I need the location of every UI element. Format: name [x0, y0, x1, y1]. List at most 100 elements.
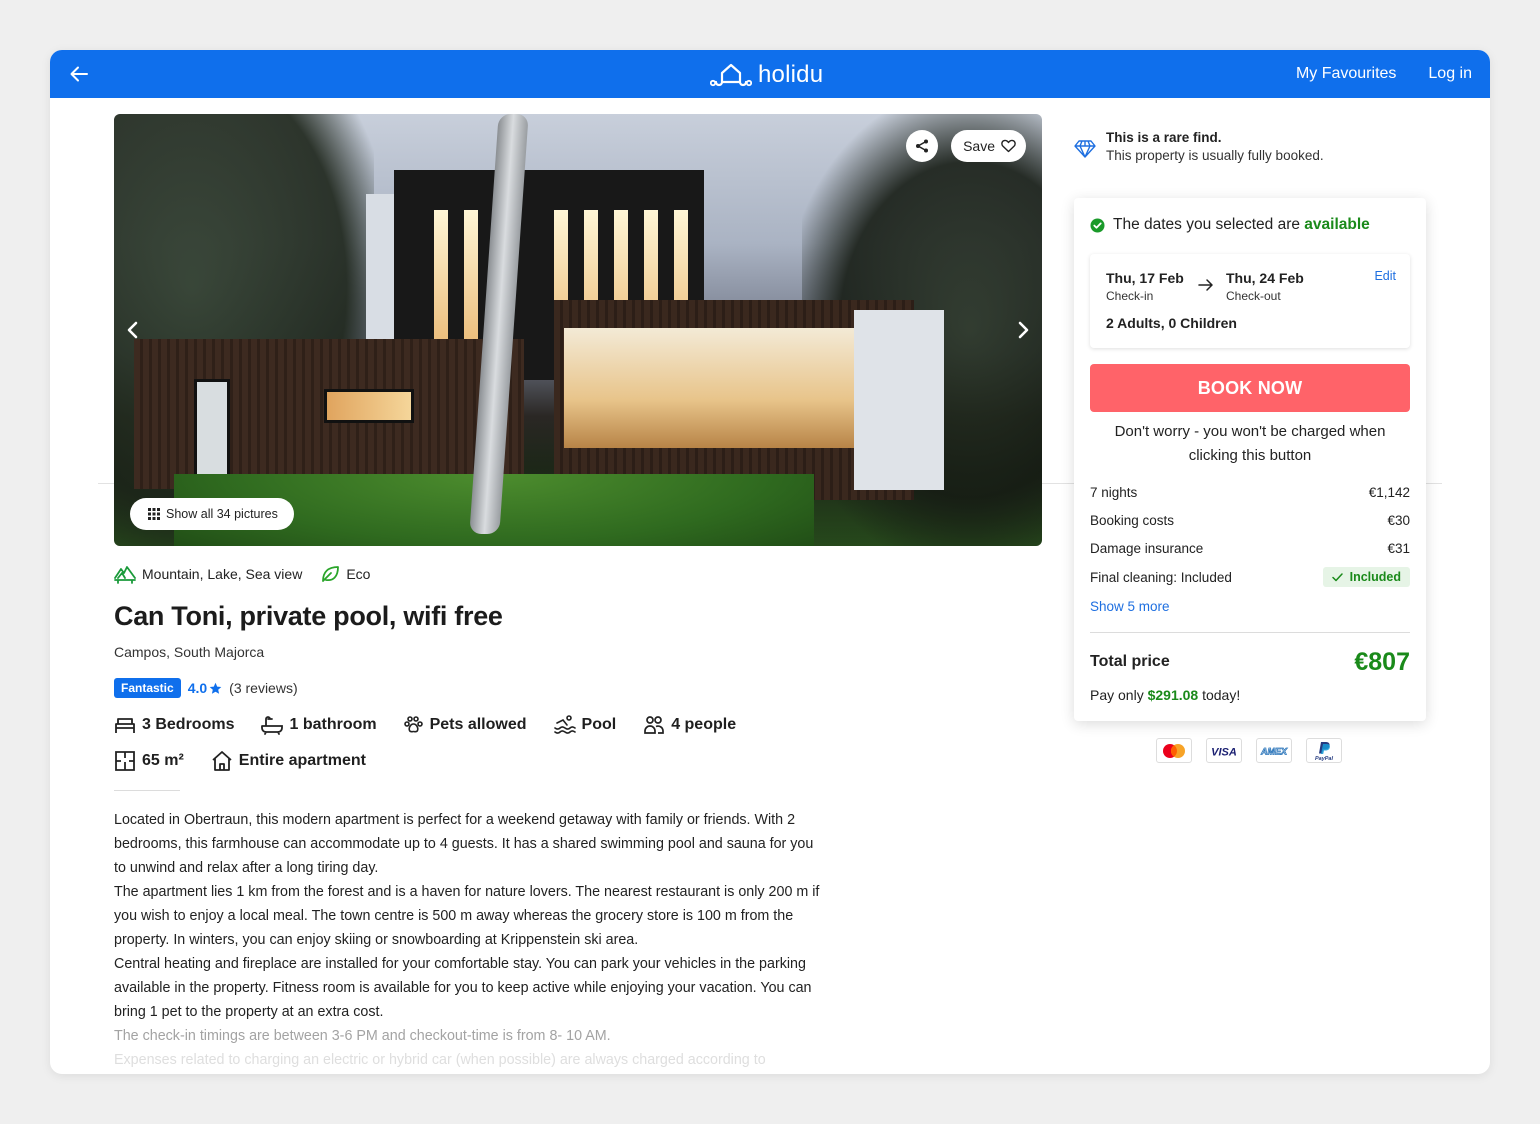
reviews-link[interactable]: (3 reviews) [229, 680, 297, 696]
feature-bedrooms: 3 Bedrooms [114, 714, 234, 736]
grid-icon [148, 508, 160, 520]
checkout: Thu, 24 Feb Check-out [1226, 270, 1304, 303]
feature-pool: Pool [553, 714, 617, 736]
photo-house-lower [134, 339, 524, 489]
rating-row: Fantastic 4.0 (3 reviews) [114, 678, 298, 698]
guests-summary: 2 Adults, 0 Children [1106, 315, 1237, 331]
property-tags: Mountain, Lake, Sea view Eco [114, 564, 370, 584]
feature-bathroom: 1 bathroom [261, 714, 377, 736]
back-button[interactable] [68, 63, 90, 85]
pay-today-notice: Pay only $291.08 today! [1090, 687, 1240, 703]
nav-log-in[interactable]: Log in [1428, 65, 1472, 83]
pay-amount: $291.08 [1147, 687, 1199, 703]
top-navigation-bar: holidu My Favourites Log in [50, 50, 1490, 98]
chevron-left-icon [127, 321, 138, 339]
heart-icon [1001, 139, 1016, 153]
price-line-booking-costs: Booking costs €30 [1090, 513, 1410, 528]
edit-dates-link[interactable]: Edit [1374, 269, 1396, 283]
checkin-date: Thu, 17 Feb [1106, 270, 1184, 286]
rare-find-title: This is a rare find. [1106, 130, 1222, 145]
save-label: Save [963, 138, 995, 154]
mastercard-logo [1156, 738, 1192, 763]
previous-photo-button[interactable] [122, 319, 144, 341]
feature-people-label: 4 people [671, 716, 737, 733]
checkin-label: Check-in [1106, 289, 1154, 303]
pay-suffix: today! [1198, 687, 1241, 703]
feature-pool-label: Pool [581, 716, 617, 733]
price-line-value: €1,142 [1368, 485, 1410, 500]
price-line-value: €31 [1387, 541, 1410, 556]
mountain-view-icon [114, 566, 136, 584]
dates-guests-box[interactable]: Thu, 17 Feb Check-in Thu, 24 Feb Check-o… [1090, 254, 1410, 348]
feature-type-label: Entire apartment [238, 752, 366, 769]
visa-logo: VISA [1206, 738, 1242, 763]
property-title: Can Toni, private pool, wifi free [114, 601, 503, 631]
share-button[interactable] [906, 130, 938, 162]
description-paragraph: Central heating and fireplace are instal… [114, 956, 812, 1020]
diamond-icon [1074, 140, 1096, 158]
property-features: 3 Bedrooms 1 bathroom Pets allowed Pool … [114, 714, 794, 772]
feature-pets-label: Pets allowed [429, 716, 527, 733]
holidu-logo[interactable]: holidu [710, 61, 823, 89]
logo-house-icon [710, 63, 752, 87]
svg-text:AMEX: AMEX [1260, 746, 1288, 756]
logo-text: holidu [758, 61, 824, 88]
property-photo[interactable]: Save Show all 34 pictures [114, 114, 1042, 546]
total-price-label: Total price [1090, 653, 1170, 670]
nav-my-favourites[interactable]: My Favourites [1296, 65, 1396, 83]
checkin: Thu, 17 Feb Check-in [1106, 270, 1184, 303]
features-divider [114, 790, 180, 791]
swimmer-icon [553, 715, 576, 734]
rare-find-notice: This is a rare find. This property is us… [1074, 130, 1324, 163]
feature-bathroom-label: 1 bathroom [289, 716, 377, 733]
show-all-pictures-button[interactable]: Show all 34 pictures [130, 498, 294, 530]
mastercard-icon [1163, 743, 1185, 758]
property-description: Located in Obertraun, this modern apartm… [114, 808, 820, 1072]
price-line-label: Damage insurance [1090, 541, 1204, 556]
rare-find-subtitle: This property is usually fully booked. [1106, 148, 1324, 163]
share-icon [916, 139, 928, 153]
availability-value: available [1304, 216, 1370, 233]
price-divider [1090, 632, 1410, 633]
bathtub-icon [261, 716, 284, 735]
paw-icon [403, 716, 423, 733]
people-icon [644, 716, 665, 734]
show-all-label: Show all 34 pictures [166, 507, 278, 521]
price-line-nights: 7 nights €1,142 [1090, 485, 1410, 500]
checkout-label: Check-out [1226, 289, 1281, 303]
arrow-right-icon [1198, 279, 1213, 291]
rating-score: 4.0 [188, 680, 222, 696]
next-photo-button[interactable] [1012, 319, 1034, 341]
photo-house-right-wing [554, 300, 944, 500]
description-paragraph: Expenses related to charging an electric… [114, 1052, 766, 1068]
check-circle-icon [1090, 218, 1105, 232]
house-icon [212, 751, 232, 771]
svg-text:PayPal: PayPal [1315, 756, 1334, 761]
save-button[interactable]: Save [951, 130, 1026, 162]
included-badge: Included [1322, 567, 1410, 587]
pay-prefix: Pay only [1090, 687, 1148, 703]
feature-type: Entire apartment [211, 750, 366, 772]
no-charge-notice: Don't worry - you won't be charged when … [1114, 423, 1386, 464]
description-paragraph: Located in Obertraun, this modern apartm… [114, 812, 814, 876]
show-more-link[interactable]: Show 5 more [1090, 599, 1170, 614]
paypal-logo: PayPal [1306, 738, 1342, 763]
booking-card: The dates you selected are available Thu… [1074, 198, 1426, 721]
included-label: Included [1349, 570, 1401, 584]
feature-pets: Pets allowed [403, 714, 527, 736]
tag-view: Mountain, Lake, Sea view [114, 564, 302, 584]
description-paragraph: The apartment lies 1 km from the forest … [114, 884, 820, 948]
feature-area-label: 65 m² [142, 752, 184, 769]
price-line-label: Booking costs [1090, 513, 1175, 528]
paypal-icon: PayPal [1315, 741, 1334, 761]
tag-eco: Eco [320, 564, 370, 584]
star-icon [209, 682, 222, 694]
leaf-icon [322, 566, 340, 582]
book-now-button[interactable]: BOOK NOW [1090, 364, 1410, 412]
price-line-label: Final cleaning: Included [1090, 569, 1232, 585]
floorplan-icon [115, 751, 135, 771]
rating-score-value: 4.0 [187, 680, 208, 696]
feature-area: 65 m² [114, 750, 184, 772]
payment-methods: VISA AMEX PayPal [1156, 738, 1342, 763]
app-window: holidu My Favourites Log in Save Show al… [50, 50, 1490, 1074]
